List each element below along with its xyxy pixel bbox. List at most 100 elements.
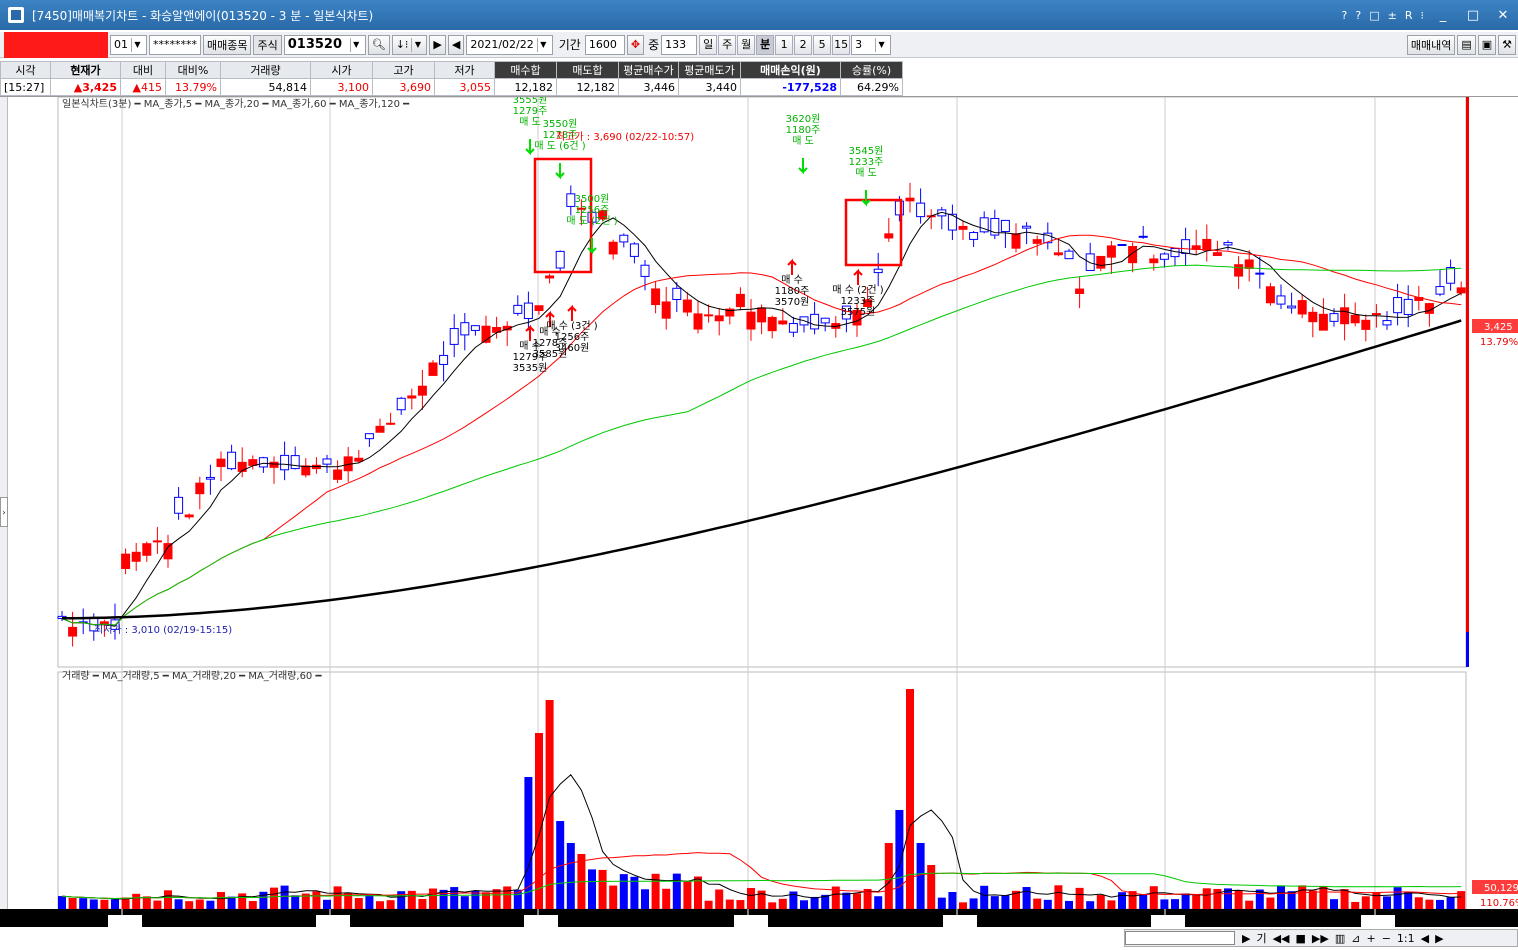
scrollbar-button[interactable]: + [1366, 932, 1375, 945]
volume-bar [651, 873, 660, 909]
candle-body [555, 250, 565, 269]
volume-bar [376, 901, 384, 909]
volume-bar [1054, 885, 1063, 909]
trade-stock-button[interactable]: 매매종목 [203, 34, 252, 55]
play-icon: ▶ [433, 38, 442, 51]
help-icon[interactable]: ? [1342, 9, 1348, 22]
plus-minus-icon[interactable]: ± [1388, 9, 1397, 22]
volume-bar [323, 899, 331, 909]
volume-bar [1245, 900, 1254, 909]
quote-header: 매도합 [556, 61, 619, 79]
volume-bar [959, 902, 967, 909]
candle-body [682, 299, 692, 313]
quote-value: 12,182 [556, 78, 619, 96]
chart-scrollbar[interactable]: ▶ 기 ◀◀ ■ ▶▶ ▥ ⊿ + −1:1 ◀ ▶ [1124, 929, 1518, 947]
account-select[interactable]: 01 ▼ [110, 34, 147, 55]
volume-bar [238, 893, 247, 909]
period-2[interactable]: 2 [794, 34, 813, 55]
search-button[interactable]: 🔍︎ [367, 34, 390, 55]
scrollbar-button[interactable]: − [1382, 932, 1391, 945]
open-folder-button[interactable]: ▤ [1457, 34, 1476, 55]
sort-button[interactable]: ↓⁝ ▼ [391, 34, 428, 55]
settings-button[interactable]: ⚒ [1498, 34, 1516, 55]
period-day[interactable]: 일 [699, 34, 718, 55]
scrollbar-button[interactable]: ▶ [1435, 932, 1443, 945]
date-input[interactable]: 2021/02/22 ▼ [466, 34, 553, 55]
trade-annotation: 매 수 (3건 ) 1256주 3460원 [546, 320, 597, 354]
refresh-icon[interactable]: R [1405, 9, 1413, 22]
candle-body [969, 232, 979, 240]
volume-bar [195, 899, 204, 909]
trade-annotation: 3500원 1256주 매 도 (2건 ) [566, 193, 617, 227]
candle-body [1170, 248, 1180, 258]
volume-bar [418, 898, 427, 909]
volume-bar [153, 900, 162, 909]
count-label: 중 [648, 38, 660, 52]
trade-history-button[interactable]: 매매내역 [1406, 34, 1456, 55]
volume-bar [662, 888, 671, 909]
period-input[interactable]: 1600 [584, 34, 625, 55]
volume-bar [1404, 892, 1413, 909]
scrollbar-button[interactable]: ◀◀ [1273, 932, 1290, 945]
period-5[interactable]: 5 [813, 34, 832, 55]
save-button[interactable]: ▣ [1477, 34, 1497, 55]
scrollbar-button[interactable]: ■ [1296, 932, 1306, 945]
candlestick-chart[interactable]: 2/22101112131415 3555원1279주매 도3550원1278주… [0, 97, 1518, 950]
candle-body [1361, 319, 1371, 330]
count-input[interactable]: 133 [661, 34, 698, 55]
volume-bar [874, 896, 883, 909]
scrollbar-button[interactable]: 1:1 [1397, 932, 1415, 945]
quote-value: 13.79% [165, 78, 221, 96]
volume-bar [1234, 890, 1243, 909]
volume-bar [291, 895, 300, 909]
candle-body [767, 316, 777, 332]
volume-bar [980, 885, 989, 909]
scrollbar-button[interactable]: ▶ [1242, 932, 1250, 945]
trade-annotation: 매 수 1180주 3570원 [775, 274, 810, 308]
candle-body [1446, 267, 1456, 284]
quote-value: 54,814 [220, 78, 311, 96]
candle-body [216, 458, 226, 468]
candle-body [1350, 314, 1360, 324]
volume-tag: 50,129 [1484, 883, 1518, 894]
scrollbar-button[interactable]: 기 [1256, 930, 1266, 946]
maximize-button[interactable]: □ [1458, 8, 1488, 23]
scrollbar-button[interactable]: ▥ [1335, 932, 1345, 945]
buy-arrow [567, 304, 577, 321]
candle-body [449, 328, 459, 345]
quote-value: 3,446 [618, 78, 679, 96]
minimize-button[interactable]: _ [1428, 8, 1458, 23]
volume-pane [57, 671, 1467, 910]
password-field[interactable]: ******** [149, 34, 201, 55]
candle-body [417, 385, 427, 396]
quote-value: ▲415 [120, 78, 166, 96]
quote-value: 3,440 [678, 78, 741, 96]
chevron-down-icon: ▼ [411, 37, 423, 52]
window-title: [7450]매매복기차트 - 화승알앤에이(013520 - 3 분 - 일본식… [32, 8, 374, 23]
period-1[interactable]: 1 [775, 34, 794, 55]
period-week[interactable]: 주 [718, 34, 737, 55]
candle-body [534, 305, 544, 311]
scroll-track[interactable] [1125, 931, 1235, 945]
chevron-down-icon: ▼ [536, 37, 549, 52]
next-button[interactable]: ▶ [429, 34, 446, 55]
scrollbar-button[interactable]: ⊿ [1351, 932, 1360, 945]
close-button[interactable]: ✕ [1488, 8, 1518, 23]
candle-body [1393, 297, 1403, 314]
stock-code-input[interactable]: 013520 ▼ [283, 34, 366, 55]
volume-bar [450, 887, 459, 909]
period-minute[interactable]: 분 [756, 34, 775, 55]
interval-select[interactable]: 3 ▼ [851, 34, 892, 55]
question-icon[interactable]: ? [1355, 9, 1361, 22]
volume-bar [386, 900, 395, 909]
scale-toggle-button[interactable]: ✥ [626, 34, 645, 55]
prev-button[interactable]: ◀ [447, 34, 465, 55]
volume-bar [990, 896, 999, 909]
scrollbar-button[interactable]: ◀ [1421, 932, 1429, 945]
screen-link-icon[interactable]: □ [1369, 9, 1379, 22]
chart-area[interactable]: › 2/22101112131415 3555원1279주매 도3550원127… [0, 97, 1518, 950]
period-15[interactable]: 15 [832, 34, 851, 55]
period-month[interactable]: 월 [737, 34, 756, 55]
scrollbar-button[interactable]: ▶▶ [1312, 932, 1329, 945]
more-icon[interactable]: ⁝ [1421, 9, 1425, 22]
